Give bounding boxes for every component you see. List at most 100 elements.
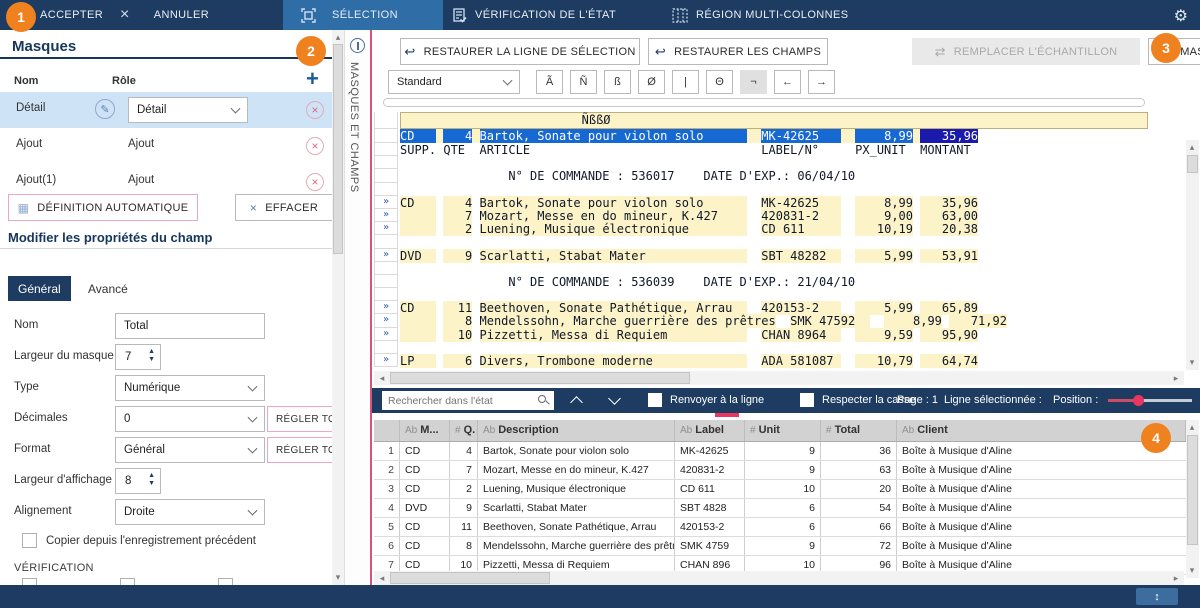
table-row[interactable]: 2CD7Mozart, Messe en do mineur, K.427420… bbox=[374, 461, 1186, 480]
report-line[interactable]: N° DE COMMANDE : 536039 DATE D'EXP.: 21/… bbox=[374, 275, 1164, 288]
scroll-up-icon[interactable]: ▴ bbox=[332, 31, 344, 43]
row-handle[interactable] bbox=[374, 288, 398, 301]
search-prev-icon[interactable] bbox=[570, 396, 583, 409]
report-line[interactable] bbox=[374, 183, 1164, 196]
delete-mask-icon[interactable]: × bbox=[306, 173, 324, 191]
alignment-select[interactable]: Droite bbox=[115, 499, 265, 525]
side-tab-masks-fields[interactable]: MASQUES ET CHAMPS bbox=[348, 62, 360, 193]
char-button[interactable]: Ã bbox=[536, 70, 563, 94]
search-next-icon[interactable] bbox=[608, 392, 621, 405]
row-handle[interactable]: » bbox=[374, 354, 398, 367]
char-button[interactable]: Ø bbox=[638, 70, 665, 94]
scrollbar-thumb[interactable] bbox=[390, 372, 690, 384]
scrollbar-thumb[interactable] bbox=[333, 44, 343, 254]
report-line[interactable]: SUPP. QTE ARTICLE LABEL/N° PX_UNIT MONTA… bbox=[374, 143, 1164, 156]
table-row[interactable]: 5CD11Beethoven, Sonate Pathétique, Arrau… bbox=[374, 518, 1186, 537]
scroll-right-icon[interactable]: ▸ bbox=[1170, 572, 1182, 584]
spin-up-icon[interactable]: ▲ bbox=[148, 472, 155, 479]
row-handle[interactable] bbox=[374, 183, 398, 196]
report-line[interactable] bbox=[374, 156, 1164, 169]
report-line[interactable] bbox=[374, 288, 1164, 301]
table-hscrollbar[interactable]: ◂ ▸ bbox=[374, 571, 1184, 585]
expand-table-button[interactable]: ↕ bbox=[1136, 588, 1178, 605]
charset-select[interactable]: Standard bbox=[388, 70, 520, 94]
row-handle[interactable] bbox=[374, 169, 398, 182]
position-slider-track[interactable] bbox=[1138, 399, 1192, 402]
report-line[interactable]: ÑßßØ bbox=[374, 112, 1164, 129]
gear-icon[interactable]: ⚙ bbox=[1174, 6, 1188, 26]
match-case-checkbox[interactable] bbox=[800, 393, 814, 407]
row-handle[interactable] bbox=[374, 143, 398, 156]
char-button[interactable]: ß bbox=[604, 70, 631, 94]
add-mask-button[interactable]: + bbox=[306, 66, 319, 92]
row-handle[interactable] bbox=[374, 275, 398, 288]
row-handle[interactable] bbox=[374, 262, 398, 275]
table-row[interactable]: 3CD2Luening, Musique électroniqueCD 6111… bbox=[374, 480, 1186, 499]
delete-mask-icon[interactable]: × bbox=[306, 137, 324, 155]
search-input[interactable] bbox=[382, 391, 554, 410]
left-panel-scrollbar[interactable]: ▴ ▾ bbox=[332, 30, 344, 585]
column-header-total[interactable]: #Total bbox=[821, 420, 897, 441]
tab-verification[interactable]: VÉRIFICATION DE L'ÉTAT bbox=[452, 0, 616, 30]
tab-advanced[interactable]: Avancé bbox=[78, 276, 138, 301]
report-line[interactable]: »CD 4 Bartok, Sonate pour violon solo MK… bbox=[374, 196, 1164, 209]
set-all-decimals-button[interactable]: RÉGLER TOUT bbox=[267, 406, 332, 432]
column-header-label[interactable]: AbLabel bbox=[675, 420, 745, 441]
nom-field[interactable] bbox=[115, 313, 265, 339]
report-top-scroll-track[interactable] bbox=[383, 98, 1145, 107]
accept-button[interactable]: ACCEPTER bbox=[40, 0, 103, 30]
row-handle[interactable]: » bbox=[374, 314, 398, 327]
row-handle[interactable] bbox=[374, 112, 398, 129]
scroll-up-icon[interactable]: ▴ bbox=[1186, 421, 1198, 433]
row-handle[interactable]: » bbox=[374, 222, 398, 235]
restore-fields-button[interactable]: ↩ RESTAURER LES CHAMPS bbox=[648, 38, 828, 65]
verification-checkbox[interactable] bbox=[120, 578, 135, 585]
mask-row-ajout[interactable]: Ajout Ajout × bbox=[0, 128, 332, 164]
column-header-q[interactable]: #Q. bbox=[450, 420, 478, 441]
report-hscrollbar[interactable]: ◂ ▸ bbox=[374, 371, 1184, 385]
type-select[interactable]: Numérique bbox=[115, 375, 265, 401]
tab-selection[interactable]: SÉLECTION bbox=[283, 0, 443, 30]
row-handle[interactable]: » bbox=[374, 196, 398, 209]
stepper-arrows[interactable]: ▲ ▼ bbox=[148, 472, 155, 487]
row-handle[interactable] bbox=[374, 156, 398, 169]
row-handle[interactable]: » bbox=[374, 301, 398, 314]
display-width-stepper[interactable]: 8 ▲ ▼ bbox=[115, 468, 161, 494]
pin-icon[interactable] bbox=[350, 38, 365, 53]
char-button[interactable]: | bbox=[672, 70, 699, 94]
column-header-m[interactable]: AbM... bbox=[400, 420, 450, 441]
splitter-indicator[interactable] bbox=[715, 413, 739, 417]
tab-multicolumn[interactable]: RÉGION MULTI-COLONNES bbox=[672, 0, 848, 30]
scroll-right-icon[interactable]: ▸ bbox=[1170, 372, 1182, 384]
char-button[interactable]: ← bbox=[774, 70, 801, 94]
stepper-arrows[interactable]: ▲ ▼ bbox=[148, 348, 155, 363]
report-line[interactable] bbox=[374, 262, 1164, 275]
column-header-unit[interactable]: #Unit bbox=[745, 420, 821, 441]
auto-define-button[interactable]: ▦ DÉFINITION AUTOMATIQUE bbox=[8, 194, 198, 221]
row-handle[interactable] bbox=[374, 129, 398, 143]
scroll-up-icon[interactable]: ▴ bbox=[1186, 141, 1198, 153]
row-handle[interactable]: » bbox=[374, 209, 398, 222]
mask-width-stepper[interactable]: 7 ▲ ▼ bbox=[115, 344, 161, 370]
scroll-down-icon[interactable]: ▾ bbox=[1186, 356, 1198, 368]
set-all-format-button[interactable]: RÉGLER TOUT bbox=[267, 437, 332, 463]
spin-down-icon[interactable]: ▼ bbox=[148, 356, 155, 363]
scrollbar-thumb[interactable] bbox=[1187, 435, 1198, 545]
report-line[interactable]: » 2 Luening, Musique électronique CD 611… bbox=[374, 222, 1164, 235]
scroll-down-icon[interactable]: ▾ bbox=[1186, 564, 1198, 576]
scroll-left-icon[interactable]: ◂ bbox=[376, 372, 388, 384]
spin-down-icon[interactable]: ▼ bbox=[148, 480, 155, 487]
report-line[interactable]: » 7 Mozart, Messe en do mineur, K.427 42… bbox=[374, 209, 1164, 222]
char-button[interactable]: Ñ bbox=[570, 70, 597, 94]
table-vscrollbar[interactable]: ▴ ▾ bbox=[1186, 420, 1199, 578]
decimals-select[interactable]: 0 bbox=[115, 406, 265, 432]
delete-mask-icon[interactable]: × bbox=[306, 101, 324, 119]
scrollbar-thumb[interactable] bbox=[1187, 155, 1198, 173]
format-select[interactable]: Général bbox=[115, 437, 265, 463]
verification-checkbox[interactable] bbox=[22, 578, 37, 585]
report-line[interactable]: »CD 11 Beethoven, Sonate Pathétique, Arr… bbox=[374, 301, 1164, 314]
row-handle[interactable]: » bbox=[374, 249, 398, 262]
report-line[interactable]: » 10 Pizzetti, Messa di Requiem CHAN 896… bbox=[374, 328, 1164, 341]
row-handle[interactable]: » bbox=[374, 328, 398, 341]
mask-role-select[interactable]: Détail bbox=[128, 97, 248, 123]
